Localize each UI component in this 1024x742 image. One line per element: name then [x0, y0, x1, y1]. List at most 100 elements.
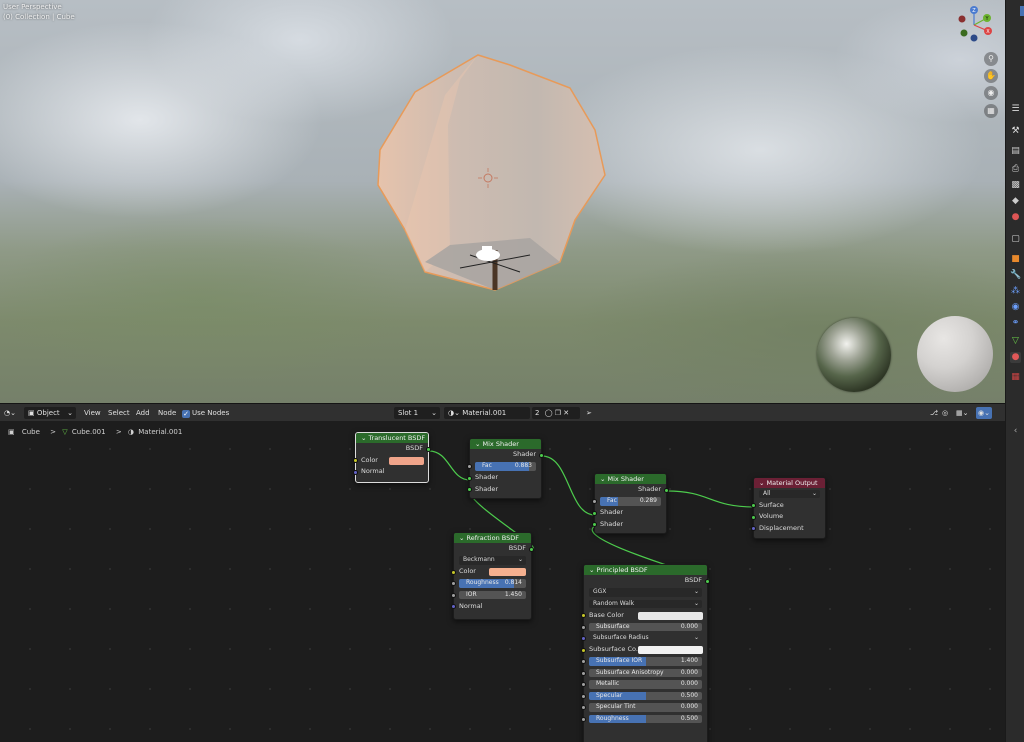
- input-socket[interactable]: [467, 464, 472, 469]
- refraction-bsdf-node[interactable]: ⌄ Refraction BSDF BSDF Beckmann ⌄ Color R…: [451, 532, 534, 620]
- input-socket[interactable]: [581, 716, 586, 722]
- output-socket[interactable]: [539, 452, 544, 458]
- specular-tint-field[interactable]: Specular Tint 0.000: [589, 703, 702, 712]
- color-swatch[interactable]: [489, 568, 526, 576]
- texture-checker-icon[interactable]: ▦: [1010, 372, 1021, 383]
- input-socket[interactable]: [581, 624, 586, 630]
- input-socket[interactable]: [353, 469, 358, 475]
- output-socket[interactable]: [664, 487, 669, 493]
- fac-slider[interactable]: Fac 0.289: [600, 497, 661, 506]
- translucent-bsdf-node[interactable]: ⌄ Translucent BSDF BSDF Color Normal: [353, 432, 431, 483]
- subsurface-anisotropy-field[interactable]: Subsurface Anisotropy 0.000: [589, 668, 702, 677]
- input-socket[interactable]: [581, 670, 586, 676]
- mix-shader-node-2[interactable]: ⌄ Mix Shader Shader Fac 0.289 Shader Shad…: [592, 473, 669, 534]
- perspective-grid-icon[interactable]: ▦: [984, 104, 998, 118]
- modifier-wrench-icon[interactable]: 🔧: [1010, 270, 1021, 281]
- input-socket[interactable]: [581, 636, 586, 641]
- node-header[interactable]: ⌄ Principled BSDF: [584, 565, 707, 575]
- input-socket[interactable]: [451, 569, 456, 575]
- input-socket[interactable]: [451, 604, 456, 609]
- slot-dropdown[interactable]: Slot 1 ⌄: [394, 407, 440, 419]
- target-dropdown[interactable]: All ⌄: [759, 489, 820, 498]
- material-output-node[interactable]: ⌄ Material Output All ⌄ Surface Volume Di…: [751, 477, 826, 539]
- scene-icon[interactable]: ◆: [1010, 196, 1021, 207]
- node-header[interactable]: ⌄ Translucent BSDF: [356, 433, 428, 443]
- input-socket[interactable]: [353, 458, 358, 463]
- input-socket[interactable]: [451, 592, 456, 598]
- pan-hand-icon[interactable]: ✋: [984, 69, 998, 83]
- menu-add[interactable]: Add: [136, 407, 150, 419]
- use-nodes-toggle[interactable]: ✓ Use Nodes: [182, 407, 229, 419]
- roughness-slider[interactable]: Roughness 0.500: [589, 714, 702, 723]
- unlink-close-icon[interactable]: ✕: [563, 409, 569, 417]
- mesh-data-icon[interactable]: ▽: [1010, 336, 1021, 347]
- object-icon[interactable]: ■: [1010, 254, 1021, 265]
- specular-slider[interactable]: Specular 0.500: [589, 691, 702, 700]
- input-socket[interactable]: [581, 613, 586, 618]
- editor-type-icon[interactable]: ◔⌄: [4, 407, 16, 419]
- zoom-icon[interactable]: ⚲: [984, 52, 998, 66]
- input-socket[interactable]: [592, 510, 597, 516]
- input-socket[interactable]: [581, 659, 586, 664]
- pin-icon[interactable]: ➢: [586, 407, 592, 419]
- collection-icon[interactable]: ▢: [1010, 234, 1021, 245]
- input-socket[interactable]: [467, 487, 472, 492]
- distribution-dropdown[interactable]: Beckmann ⌄: [459, 556, 526, 565]
- camera-view-icon[interactable]: ◉: [984, 86, 998, 100]
- output-socket[interactable]: [426, 446, 431, 452]
- input-socket[interactable]: [592, 522, 597, 527]
- ior-field[interactable]: IOR 1.450: [459, 590, 526, 599]
- fac-slider[interactable]: Fac 0.883: [475, 462, 536, 471]
- render-icon[interactable]: ▤: [1010, 146, 1021, 157]
- fake-user-shield-icon[interactable]: ◯: [545, 409, 553, 417]
- use-nodes-checkbox[interactable]: ✓: [182, 410, 190, 418]
- breadcrumb-mesh[interactable]: Cube.001: [72, 428, 106, 436]
- input-socket[interactable]: [451, 581, 456, 586]
- overlay-icon[interactable]: ◎: [942, 407, 948, 419]
- menu-node[interactable]: Node: [158, 407, 176, 419]
- particles-icon[interactable]: ⁂: [1010, 286, 1021, 297]
- color-swatch[interactable]: [638, 646, 703, 654]
- color-swatch[interactable]: [638, 611, 703, 620]
- input-socket[interactable]: [581, 693, 586, 699]
- 3d-viewport[interactable]: User Perspective (0) Collection | Cube Z…: [0, 0, 1005, 403]
- roughness-slider[interactable]: Roughness 0.814: [459, 579, 526, 588]
- snap-icon[interactable]: ⎇: [930, 407, 938, 419]
- subsurface-ior-field[interactable]: Subsurface IOR 1.400: [589, 657, 702, 666]
- input-socket[interactable]: [581, 705, 586, 710]
- node-header[interactable]: ⌄ Mix Shader: [595, 474, 666, 484]
- input-socket[interactable]: [751, 526, 756, 531]
- hdri-preview-sphere[interactable]: [817, 318, 891, 392]
- output-icon[interactable]: ⎙: [1010, 164, 1021, 175]
- duplicate-icon[interactable]: ❐: [555, 409, 561, 417]
- input-socket[interactable]: [467, 475, 472, 481]
- physics-icon[interactable]: ◉: [1010, 302, 1021, 313]
- breadcrumb-object[interactable]: Cube: [22, 428, 40, 436]
- backdrop-toggle-icon[interactable]: ◉⌄: [976, 407, 992, 419]
- menu-view[interactable]: View: [84, 407, 101, 419]
- mix-shader-node-1[interactable]: ⌄ Mix Shader Shader Fac 0.883 Shader Shad…: [467, 438, 544, 499]
- toggle-sidebar-icon[interactable]: ☰: [1010, 104, 1021, 115]
- user-count[interactable]: 2: [535, 409, 539, 417]
- distribution-dropdown[interactable]: GGX ⌄: [589, 588, 702, 597]
- subsurface-field[interactable]: Subsurface 0.000: [589, 622, 702, 631]
- node-header[interactable]: ⌄ Mix Shader: [470, 439, 541, 449]
- world-icon[interactable]: ●: [1010, 212, 1021, 223]
- lantern-mesh[interactable]: [370, 50, 615, 300]
- output-socket[interactable]: [705, 578, 710, 584]
- input-socket[interactable]: [581, 647, 586, 653]
- sss-method-dropdown[interactable]: Random Walk ⌄: [589, 599, 702, 608]
- diffuse-preview-sphere[interactable]: [917, 316, 993, 392]
- object-mode-dropdown[interactable]: ▣ Object ⌄: [24, 407, 76, 419]
- node-header[interactable]: ⌄ Material Output: [754, 478, 825, 488]
- color-swatch[interactable]: [389, 456, 424, 465]
- input-socket[interactable]: [751, 503, 756, 508]
- breadcrumb-material[interactable]: Material.001: [138, 428, 182, 436]
- menu-select[interactable]: Select: [108, 407, 130, 419]
- node-header[interactable]: ⌄ Refraction BSDF: [454, 533, 531, 543]
- tool-icon[interactable]: ⚒: [1010, 126, 1021, 137]
- material-icon[interactable]: ●: [1010, 352, 1021, 363]
- view-layer-icon[interactable]: ▩: [1010, 180, 1021, 191]
- constraints-icon[interactable]: ⚭: [1010, 318, 1021, 329]
- scroll-indicator[interactable]: [1020, 6, 1024, 16]
